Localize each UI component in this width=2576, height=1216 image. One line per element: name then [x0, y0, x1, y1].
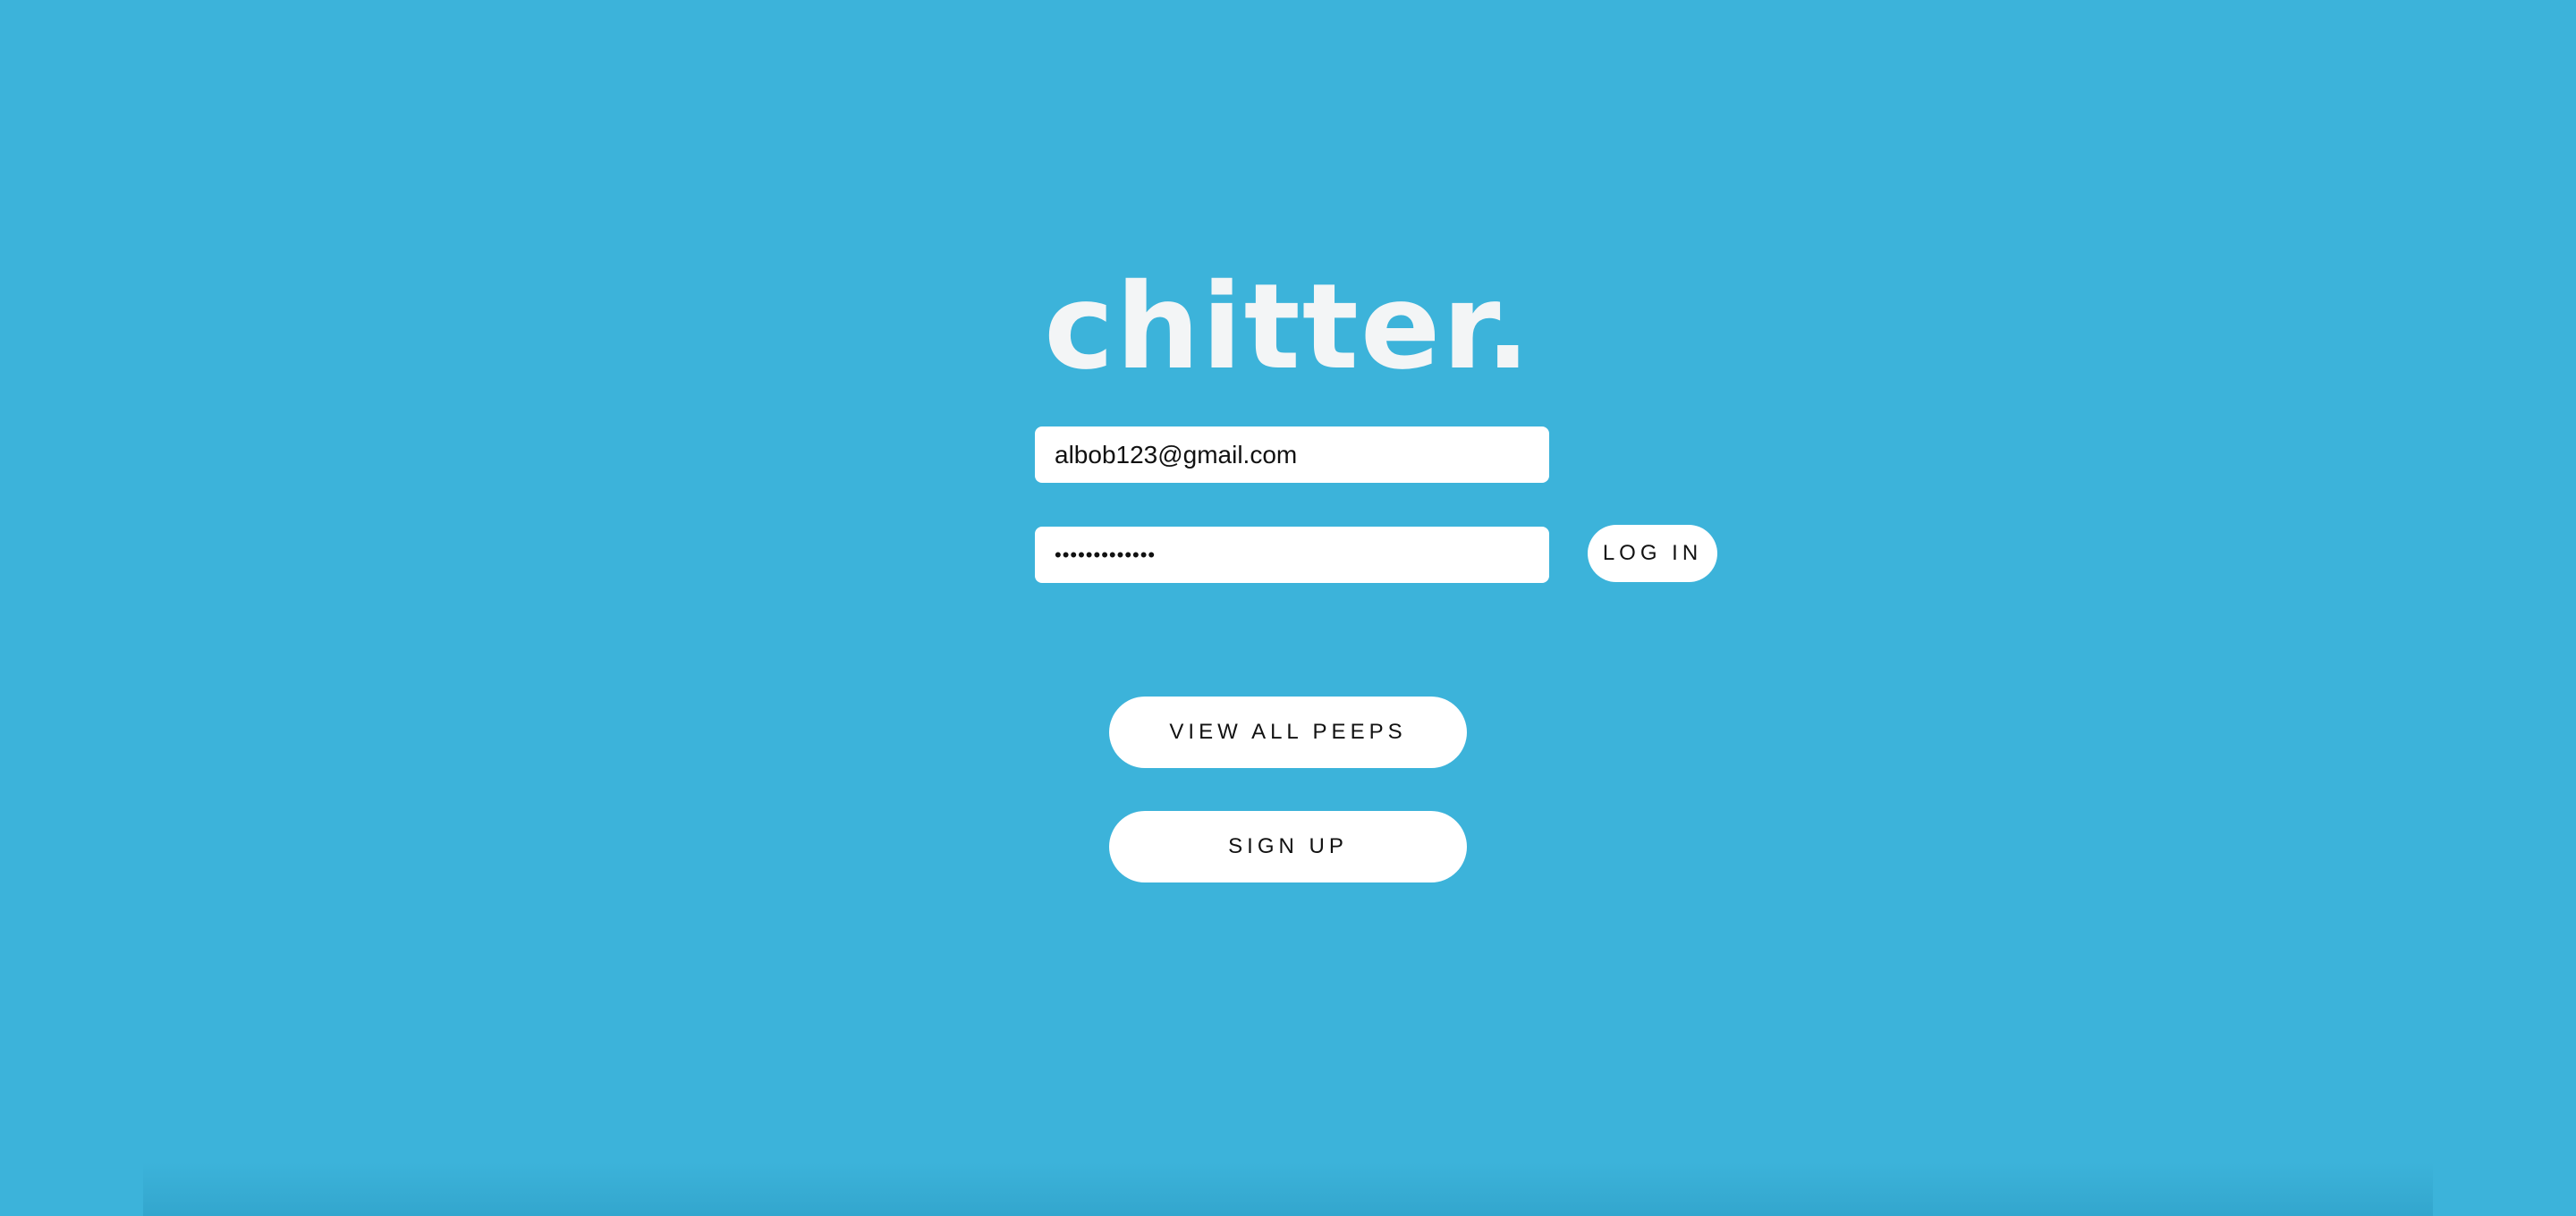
bottom-shadow — [143, 1162, 2433, 1216]
email-field[interactable] — [1035, 426, 1549, 483]
password-field[interactable] — [1035, 527, 1549, 583]
sign-up-label: SIGN UP — [1228, 834, 1348, 858]
view-all-peeps-label: VIEW ALL PEEPS — [1169, 720, 1407, 744]
login-page: chitter. LOG IN VIEW ALL PEEPS SIGN UP — [0, 0, 2576, 1216]
app-logo: chitter. — [1044, 258, 1532, 396]
view-all-peeps-button[interactable]: VIEW ALL PEEPS — [1109, 697, 1467, 768]
login-button[interactable]: LOG IN — [1588, 525, 1717, 582]
sign-up-button[interactable]: SIGN UP — [1109, 811, 1467, 882]
login-button-label: LOG IN — [1602, 541, 1703, 565]
